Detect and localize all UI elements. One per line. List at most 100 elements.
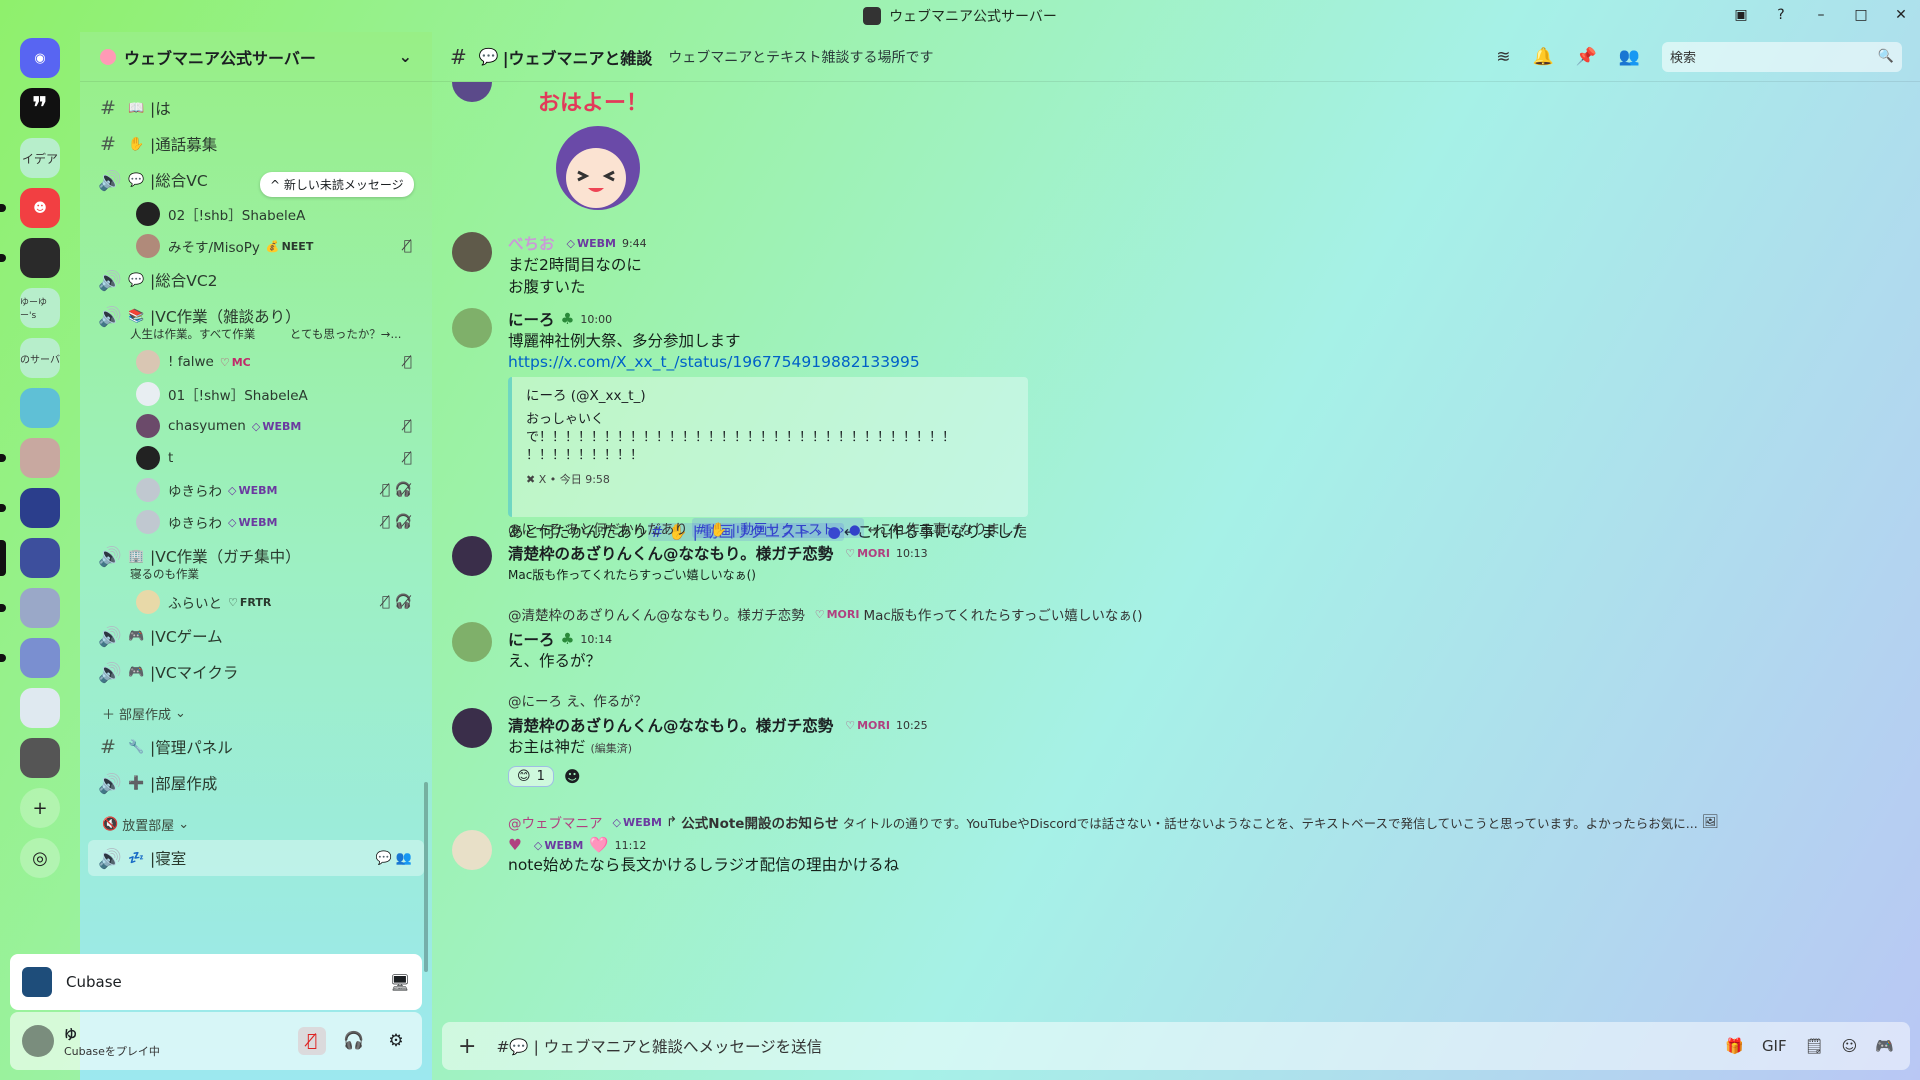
voice-user[interactable]: ゆきらわ ◇ WEBM 🎙̸ 🎧̸ [88, 474, 424, 506]
avatar[interactable] [452, 232, 492, 272]
gift-icon[interactable]: 🎁 [1725, 1037, 1744, 1055]
maximize-button[interactable]: □ [1850, 4, 1872, 26]
voice-user[interactable]: 01［!shw］ShabeleA [88, 378, 424, 410]
avatar [136, 202, 160, 226]
role-tag: ◇ WEBM [566, 236, 616, 250]
bell-icon[interactable]: 🔔 [1532, 47, 1553, 67]
voice-user[interactable]: 02［!shb］ShabeleA [88, 198, 424, 230]
new-unread-pill[interactable]: ^ 新しい未読メッセージ [260, 172, 414, 197]
voice-user[interactable]: ふらいと ♡ FRTR 🎙̸ 🎧̸ [88, 586, 424, 618]
reaction[interactable]: 😊 1 [508, 766, 554, 787]
headphones-icon[interactable]: 🎧 [340, 1027, 368, 1055]
members-icon[interactable]: 👥 [1619, 47, 1640, 67]
avatar[interactable] [452, 622, 492, 662]
reply-preview[interactable]: @にーろ え、作るが？ [508, 690, 928, 710]
message-author[interactable]: 清楚枠のあざりんくん@ななもり。様ガチ恋勢 [508, 542, 833, 564]
sticker-icon[interactable]: 🗒 [1805, 1037, 1824, 1055]
server-icon[interactable]: ☻ [0, 188, 60, 228]
discover-icon[interactable]: ◎ [20, 838, 60, 878]
server-icon[interactable] [20, 688, 60, 728]
voice-channel[interactable]: 🔊 💬 |総合VC2 [88, 262, 424, 298]
avatar[interactable] [452, 830, 492, 870]
gif-icon[interactable]: GIF [1762, 1037, 1787, 1055]
category-room-create[interactable]: ＋部屋作成 ⌄ [88, 690, 424, 729]
chevron-down-icon: ⌄ [178, 817, 190, 832]
server-icon[interactable] [20, 738, 60, 778]
server-icon[interactable]: ❞ [20, 88, 60, 128]
emoji-icon[interactable]: ☺ [1842, 1037, 1858, 1055]
message-composer[interactable]: + #💬 | ウェブマニアと雑談へメッセージを送信 🎁 GIF 🗒 ☺ 🎮 [442, 1022, 1910, 1070]
deafened-icon: 🎙̸ 🎧̸ [381, 594, 412, 610]
server-icon[interactable]: のサーバ [20, 338, 60, 378]
channel-topic[interactable]: ウェブマニアとテキスト雑談する場所です [668, 47, 933, 67]
avatar[interactable] [452, 82, 492, 102]
reply-preview[interactable]: @清楚枠のあざりんくん@ななもり。様ガチ恋勢 ♡ MORI Mac版も作ってくれたらす… [508, 604, 1142, 625]
link-embed[interactable]: にーろ (@X_xx_t_) おっしゃいく で！！！！！！！！！！！！！！！！！… [508, 377, 1028, 517]
mic-muted-icon[interactable]: 🎙̸ [298, 1027, 326, 1055]
sticker-image[interactable]: おはよー！ [528, 88, 668, 218]
home-button[interactable]: ◉ [20, 38, 60, 78]
voice-user[interactable]: t 🎙̸ [88, 442, 424, 474]
chat-icon[interactable]: 💬 👥 [375, 851, 412, 866]
server-header[interactable]: ウェブマニア公式サーバー ⌄ [80, 32, 432, 82]
voice-user[interactable]: みそす/MisoPy 💰 NEET 🎙̸ [88, 230, 424, 262]
channel-item[interactable]: # ✋ |通話募集 [88, 126, 424, 162]
message-text: note始めたなら長文かけるしラジオ配信の理由かけるね [508, 856, 900, 874]
message-author[interactable]: 清楚枠のあざりんくん@ななもり。様ガチ恋勢 [508, 714, 833, 736]
reply-preview[interactable]: @ウェブマニア ◇ WEBM ↱ 公式Note開設のお知らせ タイトルの通りです。YouT… [508, 812, 1719, 832]
message-author[interactable]: にーろ [508, 628, 555, 650]
scrollbar[interactable] [424, 782, 428, 972]
voice-channel-selected[interactable]: 🔊 💤 |寝室 💬 👥 [88, 840, 424, 876]
threads-icon[interactable]: ≋ [1496, 47, 1510, 67]
screen-share-icon[interactable]: 🖥 [390, 973, 410, 992]
voice-user[interactable]: chasyumen ◇ WEBM 🎙̸ [88, 410, 424, 442]
add-reaction-icon[interactable]: ☻ [564, 767, 581, 786]
voice-channel[interactable]: 🔊 ➕ |部屋作成 [88, 765, 424, 801]
add-server-icon[interactable]: + [20, 788, 60, 828]
inbox-icon[interactable]: ▣ [1730, 4, 1752, 26]
server-icon[interactable] [0, 238, 60, 278]
avatar[interactable] [452, 536, 492, 576]
channel-item[interactable]: # 🔧 |管理パネル [88, 729, 424, 765]
help-icon[interactable]: ? [1770, 4, 1792, 26]
voice-channel[interactable]: 🔊 📚 |VC作業（雑談あり） [88, 298, 424, 334]
search-input[interactable]: 検索 🔍 [1662, 41, 1902, 72]
message-text: 博麗神社例大祭、多分参加します [508, 332, 741, 350]
message-input[interactable]: #💬 | ウェブマニアと雑談へメッセージを送信 [496, 1035, 822, 1057]
server-icon[interactable] [0, 638, 60, 678]
attach-icon[interactable]: + [458, 1034, 476, 1059]
category-idle[interactable]: 🔇 放置部屋 ⌄ [88, 801, 424, 840]
server-icon[interactable] [0, 438, 60, 478]
server-icon[interactable]: イデア [20, 138, 60, 178]
server-icon[interactable]: ゆーゆー's [20, 288, 60, 328]
server-icon[interactable] [0, 488, 60, 528]
voice-channel[interactable]: 🔊 🎮 |VCマイクラ [88, 654, 424, 690]
activity-icon[interactable]: 🎮 [1875, 1037, 1894, 1055]
voice-user[interactable]: ! falwe ♡ MC 🎙̸ [88, 346, 424, 378]
message-author[interactable]: にーろ [508, 308, 555, 330]
channel-item[interactable]: # 📖 |は [88, 90, 424, 126]
speech-icon: 💬 [128, 172, 145, 188]
hand-icon: ✋ [128, 136, 145, 152]
server-icon-selected[interactable] [0, 538, 60, 578]
minimize-button[interactable]: – [1810, 4, 1832, 26]
avatar[interactable] [452, 308, 492, 348]
voice-channel[interactable]: 🔊 🎮 |VCゲーム [88, 618, 424, 654]
pin-icon[interactable]: 📌 [1576, 47, 1597, 67]
reply-preview[interactable]: @にーろ あと何だかんだあり # ✋ | 動画リクエスト › ● ←これ作る事になり… [508, 518, 1027, 538]
message-author[interactable]: べちお [508, 232, 555, 254]
voice-user[interactable]: ゆきらわ ◇ WEBM 🎙̸ 🎧̸ [88, 506, 424, 538]
speaker-icon: 🔊 [98, 847, 122, 870]
activity-panel[interactable]: Cubase 🖥 [10, 954, 422, 1010]
message: べちお ◇ WEBM 9:44 まだ2時間目なのに お腹すいた [452, 232, 647, 298]
search-icon: 🔍 [1877, 49, 1894, 64]
server-icon[interactable] [0, 588, 60, 628]
avatar[interactable] [452, 708, 492, 748]
embed-text: ！！！！！！！！！ [526, 448, 644, 463]
gear-icon[interactable]: ⚙ [382, 1027, 410, 1055]
close-button[interactable]: ✕ [1890, 4, 1912, 26]
message-link[interactable]: https://x.com/X_xx_t_/status/19677549198… [508, 353, 920, 371]
avatar[interactable] [22, 1025, 54, 1057]
voice-channel[interactable]: 🔊 🏢 |VC作業（ガチ集中） [88, 538, 424, 574]
server-icon[interactable] [20, 388, 60, 428]
